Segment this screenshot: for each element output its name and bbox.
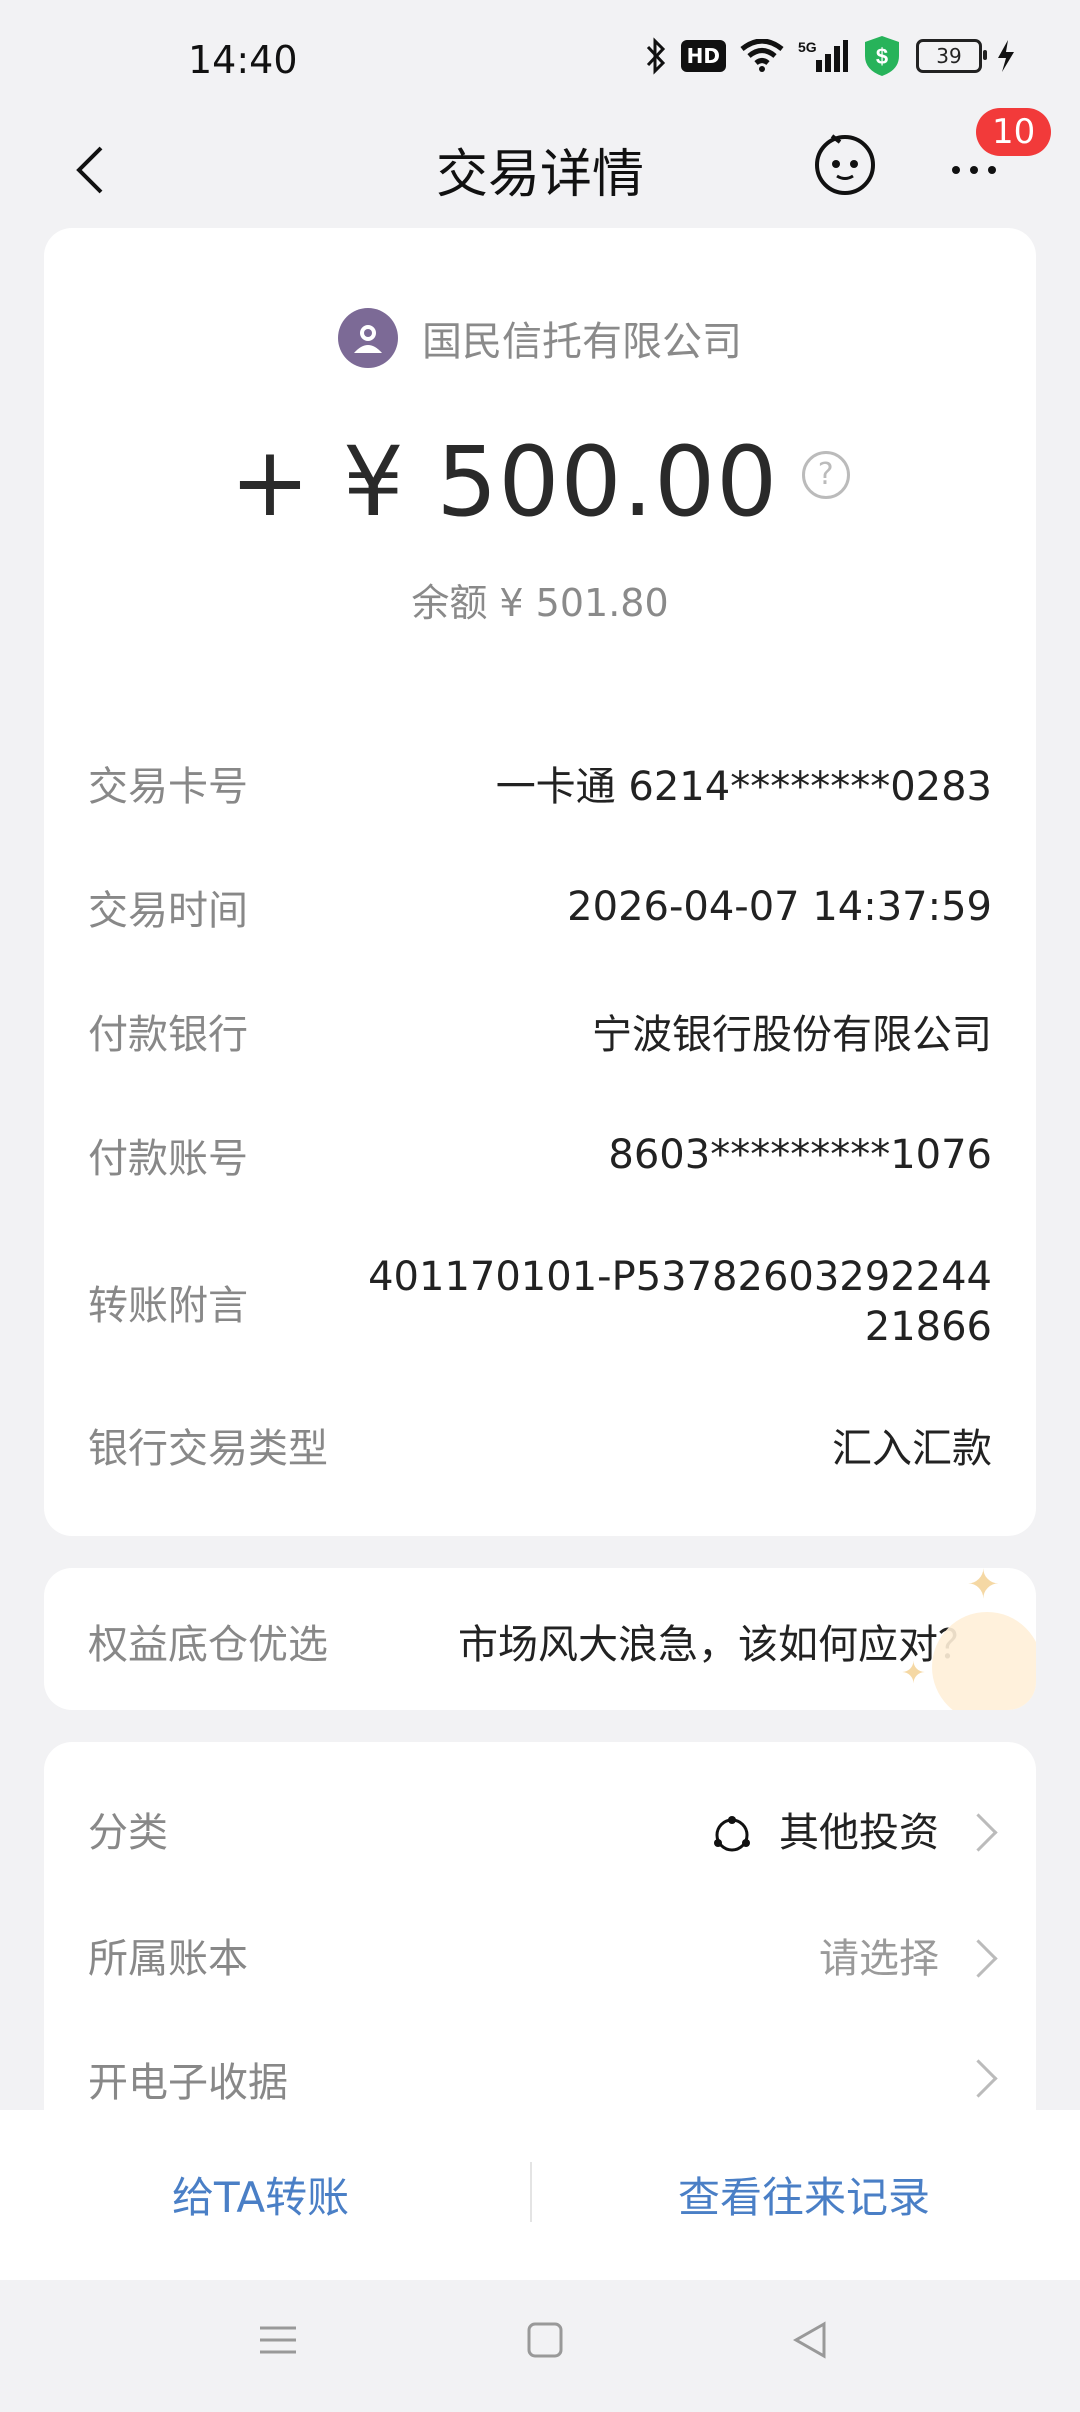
option-label: 所属账本	[88, 1936, 248, 1982]
more-dot	[952, 166, 960, 174]
divider	[530, 2162, 532, 2222]
svg-text:$: $	[876, 44, 888, 69]
user-icon	[354, 325, 382, 353]
chevron-right-icon	[959, 1813, 998, 1852]
system-nav-bar	[0, 2280, 1080, 2412]
remark-line-1: 401170101-P53782603292244	[368, 1254, 992, 1300]
signal-5g-icon: 5G	[798, 39, 848, 72]
remark-line-2: 21866	[864, 1304, 992, 1350]
payee-avatar	[338, 308, 398, 368]
security-shield-icon: $	[865, 36, 899, 76]
balance-text: 余额 ¥ 501.80	[411, 581, 669, 625]
more-dot	[970, 166, 978, 174]
detail-value: 8603*********1076	[608, 1132, 992, 1178]
option-value: 请选择	[819, 1936, 939, 1982]
detail-row-card-number: 交易卡号 一卡通 6214********0283	[88, 754, 992, 812]
status-icons: HD 5G $ 39	[645, 34, 1016, 78]
svg-text:5G: 5G	[798, 39, 817, 55]
hd-icon: HD	[680, 40, 726, 72]
menu-icon[interactable]	[258, 2320, 298, 2360]
more-menu-button[interactable]	[952, 150, 1012, 190]
more-dot	[988, 166, 996, 174]
battery-icon: 39	[916, 39, 987, 73]
option-value-wrap	[939, 2056, 998, 2102]
detail-label: 交易时间	[88, 888, 248, 934]
transaction-card: 国民信托有限公司 + ¥ 500.00? 余额 ¥ 501.80 交易卡号 一卡…	[44, 228, 1036, 1536]
sparkle-icon: ✦	[900, 1656, 926, 1691]
detail-label: 转账附言	[88, 1283, 248, 1329]
wifi-icon	[740, 39, 784, 72]
options-card: 分类 其他投资 所属账本 请选择 开电子收据	[44, 1742, 1036, 2142]
chevron-right-icon	[959, 1939, 998, 1978]
detail-label: 银行交易类型	[88, 1426, 328, 1472]
coin-decoration-icon	[932, 1612, 1036, 1710]
detail-row-payer-bank: 付款银行 宁波银行股份有限公司	[88, 1002, 992, 1060]
detail-label: 付款银行	[88, 1012, 248, 1058]
transaction-amount: + ¥ 500.00	[229, 426, 779, 538]
customer-service-button[interactable]	[810, 128, 880, 198]
nav-bar: 交易详情	[0, 120, 1080, 220]
detail-row-transaction-type: 银行交易类型 汇入汇款	[88, 1416, 992, 1474]
robot-assistant-icon	[815, 134, 875, 195]
option-ledger[interactable]: 所属账本 请选择	[88, 1926, 998, 1984]
detail-value: 2026-04-07 14:37:59	[567, 884, 992, 930]
view-history-button[interactable]: 查看往来记录	[678, 2164, 930, 2225]
option-category[interactable]: 分类 其他投资	[88, 1800, 998, 1858]
detail-value: 汇入汇款	[832, 1426, 992, 1472]
option-label: 开电子收据	[88, 2060, 288, 2106]
status-time: 14:40	[188, 38, 298, 82]
option-value-wrap: 其他投资	[711, 1800, 998, 1858]
detail-row-remark: 转账附言 401170101-P53782603292244 21866	[88, 1252, 992, 1352]
payee-name: 国民信托有限公司	[422, 319, 742, 365]
payee: 国民信托有限公司	[44, 308, 1036, 368]
promo-banner[interactable]: 权益底仓优选 市场风大浪急，该如何应对？ ✦ ✦	[44, 1568, 1036, 1710]
option-e-receipt[interactable]: 开电子收据	[88, 2050, 998, 2108]
detail-value: 401170101-P53782603292244 21866	[368, 1252, 992, 1352]
detail-label: 交易卡号	[88, 764, 248, 810]
page-title: 交易详情	[435, 145, 644, 205]
promo-label: 权益底仓优选	[88, 1622, 328, 1668]
category-icon	[714, 1816, 750, 1852]
bluetooth-icon	[646, 37, 665, 75]
home-icon[interactable]	[526, 2320, 564, 2360]
detail-value: 宁波银行股份有限公司	[592, 1012, 992, 1058]
sparkle-icon: ✦	[966, 1568, 1000, 1608]
status-bar: 14:40 HD 5G $ 39	[0, 0, 1080, 120]
detail-row-payer-account: 付款账号 8603*********1076	[88, 1126, 992, 1184]
detail-row-time: 交易时间 2026-04-07 14:37:59	[88, 878, 992, 936]
battery-level: 39	[936, 44, 962, 68]
option-value-wrap: 请选择	[819, 1926, 998, 1984]
transfer-button[interactable]: 给TA转账	[172, 2164, 349, 2225]
charging-icon	[998, 40, 1014, 72]
bottom-action-bar: 给TA转账 查看往来记录	[0, 2110, 1080, 2280]
notification-badge: 10	[976, 108, 1052, 156]
option-label: 分类	[88, 1810, 168, 1856]
help-icon[interactable]: ?	[802, 450, 851, 499]
chevron-right-icon	[959, 2059, 998, 2098]
amount-row: + ¥ 500.00?	[44, 426, 1036, 538]
back-nav-icon[interactable]	[790, 2320, 830, 2360]
detail-value: 一卡通 6214********0283	[495, 764, 992, 810]
option-value: 其他投资	[779, 1810, 939, 1856]
detail-label: 付款账号	[88, 1136, 248, 1182]
